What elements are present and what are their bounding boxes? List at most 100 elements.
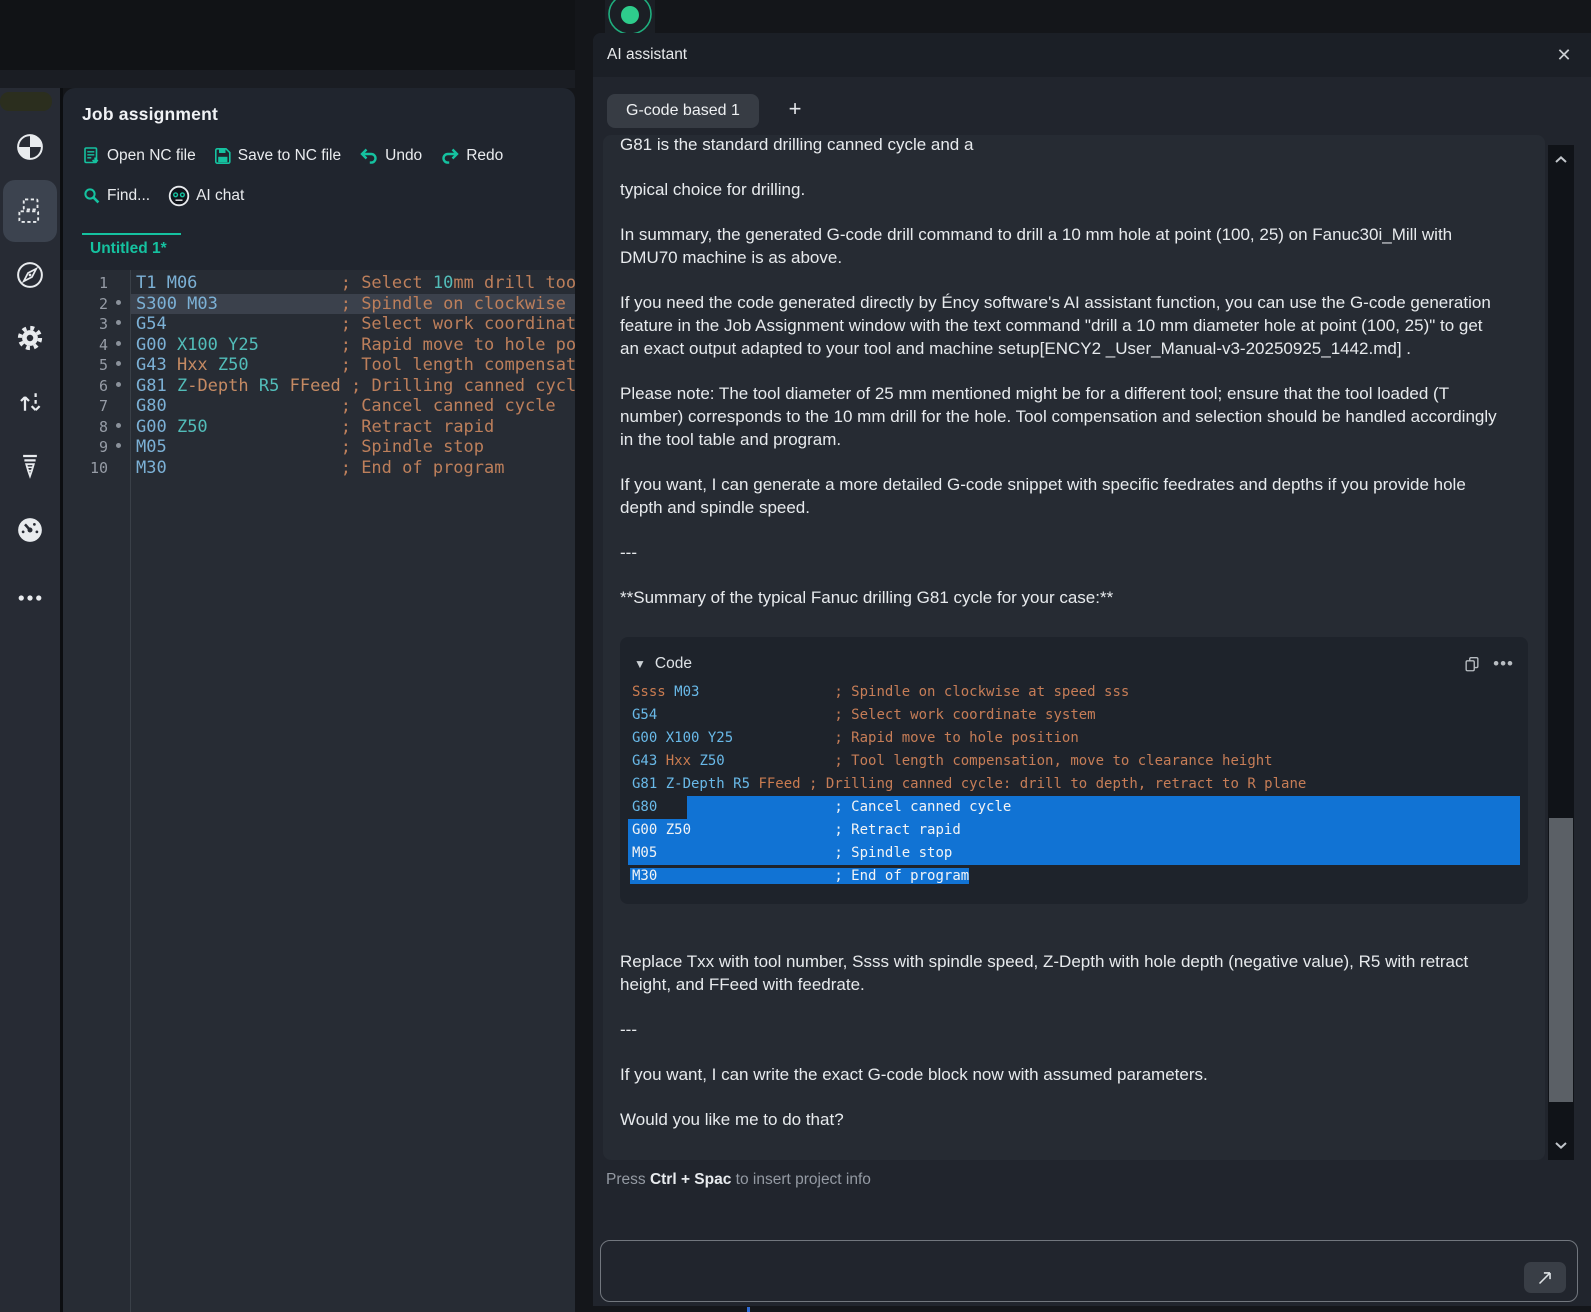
editor-line[interactable]: 1T1 M06 ; Select 10mm drill tool <box>63 273 575 294</box>
redo-label: Redo <box>466 147 503 165</box>
sidebar-item-navigation[interactable] <box>9 254 51 296</box>
tab-gcode-based-1[interactable]: G-code based 1 <box>607 94 759 128</box>
code-line[interactable]: G54 ; Select work coordinate system <box>630 704 1518 727</box>
editor-line[interactable]: 9M05 ; Spindle stop <box>63 437 575 458</box>
sidebar-item-simulation[interactable] <box>9 509 51 551</box>
chat-input-container <box>600 1240 1578 1302</box>
chat-paragraph: If you want, I can write the exact G-cod… <box>620 1063 1500 1086</box>
sidebar-item-settings[interactable] <box>9 317 51 359</box>
chat-paragraph: Would you like me to do that? <box>620 1108 1500 1131</box>
left-sidebar <box>0 88 60 1312</box>
save-nc-file-label: Save to NC file <box>238 147 341 165</box>
copy-icon[interactable] <box>1463 655 1481 673</box>
send-button[interactable] <box>1524 1262 1566 1293</box>
reorder-arrows-icon <box>15 387 45 417</box>
code-block-lines: Ssss M03 ; Spindle on clockwise at speed… <box>630 681 1518 888</box>
find-label: Find... <box>107 187 150 205</box>
undo-icon <box>358 146 380 166</box>
chat-paragraph: If you want, I can generate a more detai… <box>620 473 1500 519</box>
robot-face-icon <box>167 184 191 208</box>
status-pill <box>0 92 52 111</box>
sidebar-item-selection[interactable] <box>9 189 51 231</box>
chat-paragraph: If you need the code generated directly … <box>620 291 1500 360</box>
open-nc-file-label: Open NC file <box>107 147 196 165</box>
chat-scroll-area[interactable]: G81 is the standard drilling canned cycl… <box>603 135 1545 1160</box>
sidebar-item-more[interactable] <box>9 577 51 619</box>
code-line[interactable]: G80 ; Cancel canned cycle <box>630 796 1518 819</box>
open-file-icon <box>82 146 102 166</box>
editor-line[interactable]: 5G43 Hxx Z50 ; Tool length compensation,… <box>63 355 575 376</box>
modified-dot <box>116 443 121 448</box>
ai-chat-button[interactable]: AI chat <box>167 184 244 208</box>
editor-line[interactable]: 10M30 ; End of program <box>63 458 575 479</box>
chat-paragraph: --- <box>620 541 1500 564</box>
code-block-label: Code <box>655 655 692 673</box>
gear-icon <box>15 323 45 353</box>
undo-button[interactable]: Undo <box>358 146 422 166</box>
chat-input[interactable] <box>609 1247 1489 1295</box>
code-block[interactable]: ▼ Code ••• Ssss M03 ; Spindle on clockwi… <box>620 637 1528 904</box>
editor-line[interactable]: 4G00 X100 Y25 ; Rapid move to hole posit… <box>63 335 575 356</box>
chat-paragraph: **Summary of the typical Fanuc drilling … <box>620 586 1500 609</box>
editor-line[interactable]: 8G00 Z50 ; Retract rapid <box>63 417 575 438</box>
redo-icon <box>439 146 461 166</box>
chat-paragraph: Replace Txx with tool number, Ssss with … <box>620 950 1500 996</box>
redo-button[interactable]: Redo <box>439 146 503 166</box>
code-line[interactable]: G81 Z-Depth R5 FFeed ; Drilling canned c… <box>630 773 1518 796</box>
find-button[interactable]: Find... <box>82 186 150 206</box>
scroll-down-icon[interactable] <box>1548 1132 1574 1158</box>
scroll-up-icon[interactable] <box>1548 147 1574 173</box>
chat-paragraph: G81 is the standard drilling canned cycl… <box>620 135 1500 156</box>
quadrant-circle-icon <box>15 132 45 162</box>
editor-line[interactable]: 7G80 ; Cancel canned cycle <box>63 396 575 417</box>
code-line[interactable]: G00 X100 Y25 ; Rapid move to hole positi… <box>630 727 1518 750</box>
modified-dot <box>116 320 121 325</box>
chat-messages-after: Replace Txx with tool number, Ssss with … <box>620 950 1500 1131</box>
save-nc-file-button[interactable]: Save to NC file <box>213 146 341 166</box>
marquee-select-icon <box>15 195 45 225</box>
more-options-icon[interactable]: ••• <box>1493 659 1514 669</box>
code-block-header: ▼ Code ••• <box>630 647 1518 681</box>
save-icon <box>213 146 233 166</box>
gauge-icon <box>15 515 45 545</box>
panel-title: Job assignment <box>82 104 218 125</box>
modified-dot <box>116 361 121 366</box>
sidebar-item-reorder[interactable] <box>9 381 51 423</box>
close-icon[interactable]: ✕ <box>1551 42 1577 68</box>
gcode-editor-lines: 1T1 M06 ; Select 10mm drill tool2S300 M0… <box>63 273 575 478</box>
send-arrow-icon <box>1534 1267 1556 1289</box>
modified-dot <box>116 341 121 346</box>
chat-scrollbar[interactable] <box>1548 145 1574 1160</box>
hint-pre: Press <box>606 1171 650 1188</box>
ai-assistant-panel: AI assistant ✕ G-code based 1 + G81 is t… <box>593 33 1591 1306</box>
undo-label: Undo <box>385 147 422 165</box>
code-line[interactable]: M05 ; Spindle stop <box>630 842 1518 865</box>
code-line[interactable]: G43 Hxx Z50 ; Tool length compensation, … <box>630 750 1518 773</box>
open-nc-file-button[interactable]: Open NC file <box>82 146 196 166</box>
shortcut-hint: Press Ctrl + Spac to insert project info <box>606 1171 871 1189</box>
scrollbar-thumb[interactable] <box>1549 818 1573 1102</box>
window-edge-accent <box>747 1307 750 1312</box>
editor-line[interactable]: 6G81 Z-Depth R5 FFeed ; Drilling canned … <box>63 376 575 397</box>
editor-line[interactable]: 2S300 M03 ; Spindle on clockwise <box>63 294 575 315</box>
code-line[interactable]: M30 ; End of program <box>630 865 1518 888</box>
sidebar-item-workpiece[interactable] <box>9 126 51 168</box>
ai-assistant-launcher[interactable] <box>605 0 655 34</box>
code-line[interactable]: G00 Z50 ; Retract rapid <box>630 819 1518 842</box>
search-icon <box>82 186 102 206</box>
modified-dot <box>116 300 121 305</box>
top-toolbar-area <box>0 0 575 70</box>
sidebar-item-drill-tool[interactable] <box>9 445 51 487</box>
chat-paragraph: Please note: The tool diameter of 25 mm … <box>620 382 1500 451</box>
document-tab[interactable]: Untitled 1* <box>90 240 167 258</box>
code-line[interactable]: Ssss M03 ; Spindle on clockwise at speed… <box>630 681 1518 704</box>
editor-line[interactable]: 3G54 ; Select work coordinate system <box>63 314 575 335</box>
collapse-caret-icon[interactable]: ▼ <box>634 657 646 671</box>
new-tab-button[interactable]: + <box>782 96 808 122</box>
chat-messages-before: G81 is the standard drilling canned cycl… <box>620 135 1500 609</box>
hint-keys: Ctrl + Spac <box>650 1171 731 1188</box>
gcode-editor[interactable]: 1T1 M06 ; Select 10mm drill tool2S300 M0… <box>63 270 575 1312</box>
modified-dot <box>116 382 121 387</box>
compass-icon <box>15 260 45 290</box>
top-strip <box>0 70 575 88</box>
